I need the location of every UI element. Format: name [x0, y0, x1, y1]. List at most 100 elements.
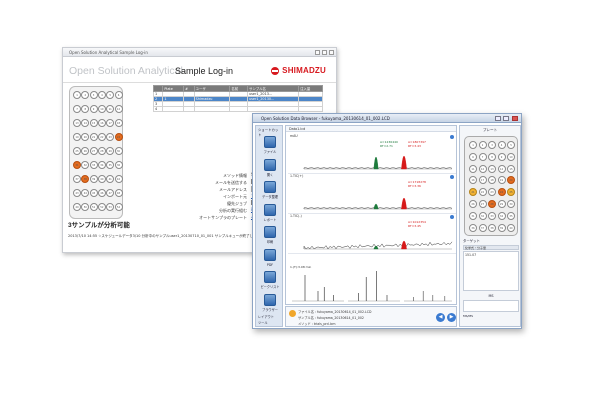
plate-well[interactable]: 18 [114, 119, 123, 127]
plate-well[interactable]: 29 [106, 147, 115, 155]
plate-well[interactable]: 3 [488, 141, 496, 149]
plate-well[interactable]: 17 [478, 176, 487, 185]
next-file-button[interactable]: ▶ [447, 313, 456, 322]
plate-well[interactable]: 9 [89, 105, 98, 113]
plate-well[interactable]: 10 [507, 152, 515, 161]
plate-well[interactable]: 29 [497, 200, 506, 208]
sidebar-button-open[interactable]: 開く [258, 157, 282, 179]
plate-well[interactable]: 35 [507, 211, 515, 220]
plate-well[interactable]: 44 [81, 189, 90, 197]
table-row[interactable]: 4 [152, 106, 323, 112]
plate-well[interactable]: 52 [97, 203, 106, 211]
plate-well[interactable]: 8 [81, 105, 90, 113]
plate-well[interactable]: 36 [469, 223, 477, 232]
plate-well[interactable]: 24 [114, 133, 123, 141]
plate-well[interactable]: 20 [507, 176, 515, 185]
plate-well[interactable]: 51 [89, 203, 98, 211]
plate-well[interactable]: 11 [469, 164, 477, 173]
minimize-button[interactable] [495, 116, 501, 121]
plate-well[interactable]: 47 [106, 189, 115, 197]
plate-well[interactable]: 38 [81, 175, 90, 183]
plate-well[interactable]: 43 [73, 189, 81, 197]
plate-well[interactable]: 15 [89, 119, 98, 127]
plate-well[interactable]: 40 [97, 175, 106, 183]
plate-well[interactable]: 13 [73, 119, 81, 127]
plate-well[interactable]: 14 [497, 164, 506, 173]
plate-well[interactable]: 38 [488, 223, 496, 232]
plate-well[interactable]: 28 [488, 200, 496, 208]
plate-well[interactable]: 34 [97, 161, 106, 169]
plate-well[interactable]: 23 [488, 188, 496, 197]
minimize-button[interactable] [315, 50, 320, 55]
plate-well[interactable]: 34 [497, 211, 506, 220]
sidebar-button-print[interactable]: 印刷 [258, 224, 282, 246]
target-table[interactable]: 151.07 [463, 251, 519, 291]
plate-well[interactable]: 15 [507, 164, 515, 173]
plate-well[interactable]: 40 [507, 223, 515, 232]
plate-well[interactable]: 30 [114, 147, 123, 155]
plate-well[interactable]: 17 [106, 119, 115, 127]
plate-well[interactable]: 7 [478, 152, 487, 161]
plate-well[interactable]: 22 [478, 188, 487, 197]
plate-well[interactable]: 46 [97, 189, 106, 197]
plate-well[interactable]: 27 [478, 200, 487, 208]
sidebar-button-report[interactable]: レポート [258, 202, 282, 224]
plate-well[interactable]: 32 [81, 161, 90, 169]
plate-well[interactable]: 6 [469, 152, 477, 161]
plate-well[interactable]: 5 [507, 141, 515, 149]
plate-well[interactable]: 25 [73, 147, 81, 155]
plate-well[interactable]: 10 [97, 105, 106, 113]
plate-well[interactable]: 33 [488, 211, 496, 220]
plate-well[interactable]: 42 [114, 175, 123, 183]
plate-well[interactable]: 2 [81, 91, 90, 99]
plate-well[interactable]: 37 [478, 223, 487, 232]
plate-well[interactable]: 8 [488, 152, 496, 161]
sidebar-footer-item[interactable]: ツール [258, 320, 268, 325]
plate-well[interactable]: 27 [89, 147, 98, 155]
plate-well[interactable]: 4 [497, 141, 506, 149]
plate-well[interactable]: 21 [469, 188, 477, 197]
plate-well[interactable]: 6 [114, 91, 123, 99]
plate-well[interactable]: 37 [73, 175, 81, 183]
plate-well[interactable]: 30 [507, 200, 515, 208]
plate-well[interactable]: 31 [73, 161, 81, 169]
maximize-button[interactable] [322, 50, 327, 55]
plate-well[interactable]: 45 [89, 189, 98, 197]
plate-well[interactable]: 31 [469, 211, 477, 220]
plate-well[interactable]: 22 [97, 133, 106, 141]
plate-well[interactable]: 49 [73, 203, 81, 211]
close-button[interactable] [329, 50, 334, 55]
plate-well[interactable]: 5 [106, 91, 115, 99]
sidebar-button-pdf[interactable]: PDF [258, 247, 282, 269]
plate-well[interactable]: 36 [114, 161, 123, 169]
plate-well[interactable]: 54 [114, 203, 123, 211]
plate-well[interactable]: 18 [488, 176, 496, 185]
plate-well[interactable]: 4 [97, 91, 106, 99]
plate-well[interactable]: 39 [497, 223, 506, 232]
sidebar-button-data[interactable]: データ整理 [258, 179, 282, 201]
plate-well[interactable]: 32 [478, 211, 487, 220]
plate-well[interactable]: 7 [73, 105, 81, 113]
maximize-button[interactable] [503, 116, 509, 121]
close-button[interactable] [512, 116, 518, 121]
plate-well[interactable]: 9 [497, 152, 506, 161]
plate-well[interactable]: 13 [488, 164, 496, 173]
plate-well[interactable]: 24 [497, 188, 506, 197]
sidebar-button-peaklist[interactable]: ピークリスト [258, 269, 282, 291]
browser-plate[interactable]: 1 2 3 4 5 6 7 8 9 10 11 12 13 14 15 16 17 18 19 20 21 22 23 24 2… [464, 136, 518, 236]
plate-well[interactable]: 50 [81, 203, 90, 211]
plate-well[interactable]: 12 [478, 164, 487, 173]
plate-well[interactable]: 3 [89, 91, 98, 99]
sidebar-button-folder[interactable]: ファイル [258, 134, 282, 156]
plate-well[interactable]: 16 [469, 176, 477, 185]
sidebar-footer-item[interactable]: レイアウト [258, 314, 274, 319]
plate-well[interactable]: 25 [507, 188, 515, 197]
plate-well[interactable]: 21 [89, 133, 98, 141]
plate-well[interactable]: 28 [97, 147, 106, 155]
plate-well[interactable]: 48 [114, 189, 123, 197]
plate-well[interactable]: 41 [106, 175, 115, 183]
plate-well[interactable]: 19 [73, 133, 81, 141]
plate-well[interactable]: 11 [106, 105, 115, 113]
plate-well[interactable]: 14 [81, 119, 90, 127]
sidebar-button-tool[interactable]: ブラウザー [258, 292, 282, 314]
